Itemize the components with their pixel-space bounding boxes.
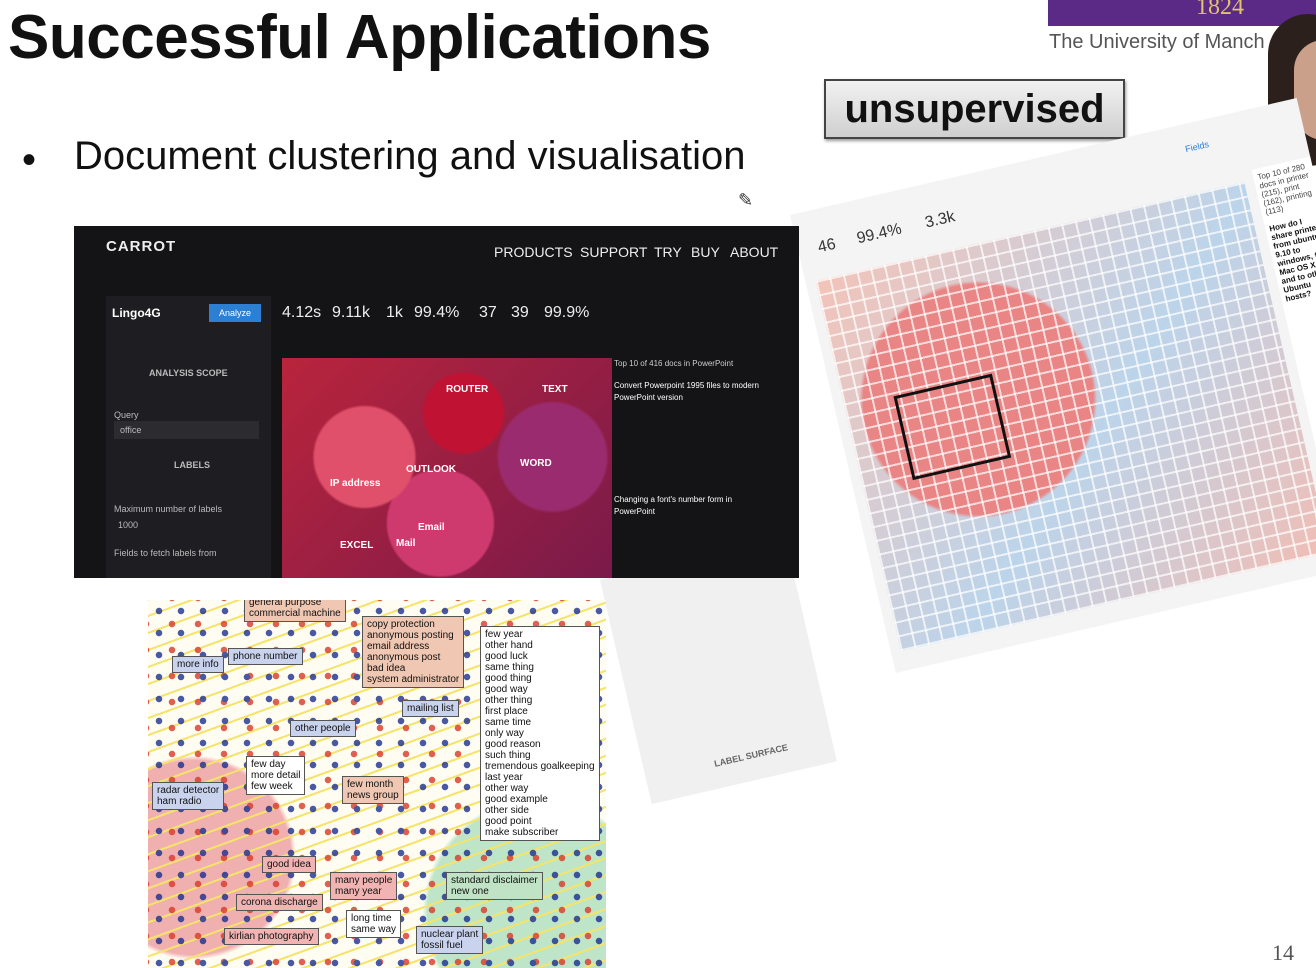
metric-covered: 99.9% — [544, 304, 590, 321]
metric-topics: 39 — [511, 304, 529, 321]
slide-title: Successful Applications — [8, 3, 711, 72]
cluster-outlook[interactable]: OUTLOOK — [406, 464, 456, 475]
map-label: few day more detail few week — [246, 756, 306, 795]
nav-about[interactable]: ABOUT — [730, 244, 778, 260]
carrot-logo: CARROT — [106, 238, 177, 255]
lingo4g-label: Lingo4G — [112, 306, 161, 320]
cluster-word[interactable]: WORD — [520, 458, 552, 469]
map-label: good idea — [262, 856, 316, 873]
map-label: many people many year — [330, 872, 398, 900]
carrot-result-2[interactable]: Changing a font's number form in PowerPo… — [614, 494, 774, 518]
unsupervised-badge: unsupervised — [824, 79, 1125, 139]
map-label: phone number — [228, 648, 303, 665]
carrot-result-1[interactable]: Convert Powerpoint 1995 files to modern … — [614, 380, 774, 404]
university-name: The University of Manch — [1049, 31, 1265, 53]
cluster-grid — [815, 181, 1316, 652]
cluster-email[interactable]: Email — [418, 522, 445, 533]
page-number: 14 — [1272, 940, 1294, 965]
map-label: other people — [290, 720, 356, 737]
stat-clustered: 99.4% — [855, 220, 904, 248]
fields-link[interactable]: Fields — [1184, 139, 1210, 154]
university-banner — [1048, 0, 1316, 26]
metric-labeled: 99.4% — [414, 304, 460, 321]
stat-docs: 3.3k — [923, 208, 957, 232]
treemap-screenshot: 46 99.4% 3.3k Fields Top 10 of 280 docs … — [790, 98, 1316, 673]
nav-support[interactable]: SUPPORT — [580, 244, 647, 260]
nav-try[interactable]: TRY — [654, 244, 682, 260]
cluster-router[interactable]: ROUTER — [446, 384, 488, 395]
carrot-results-pane: Top 10 of 416 docs in PowerPoint Convert… — [614, 358, 774, 578]
query-label: Query — [114, 410, 139, 420]
result-question[interactable]: How do I share printer from ubuntu 9.10 … — [1264, 208, 1316, 308]
bullet-text: Document clustering and visualisation — [74, 134, 746, 178]
cluster-mail[interactable]: Mail — [396, 538, 415, 549]
cluster-ip-address[interactable]: IP address — [330, 478, 380, 489]
analyze-button[interactable]: Analyze — [209, 304, 261, 322]
university-year: 1824 — [1196, 0, 1244, 20]
map-label: more info — [172, 656, 224, 673]
map-label: long time same way — [346, 910, 402, 938]
map-label: few year other hand good luck same thing… — [480, 626, 600, 841]
labels-heading: LABELS — [174, 460, 210, 470]
nav-buy[interactable]: BUY — [691, 244, 720, 260]
nav-products[interactable]: PRODUCTS — [494, 244, 573, 260]
metric-time: 4.12s — [282, 304, 322, 321]
max-labels-label: Maximum number of labels — [114, 504, 223, 514]
map-label: general purpose commercial machine — [244, 600, 346, 622]
map-label: corona discharge — [236, 894, 323, 911]
stat-clusters: 46 — [816, 235, 838, 257]
map-label: mailing list — [402, 700, 459, 717]
label-surface-heading: LABEL SURFACE — [713, 742, 789, 769]
map-label: kirlian photography — [224, 928, 319, 945]
word-map-visualization: general purpose commercial machine copy … — [148, 600, 606, 968]
map-label: copy protection anonymous posting email … — [362, 616, 465, 688]
carrot-search-screenshot: CARROT PRODUCTS SUPPORT TRY BUY ABOUT Li… — [74, 226, 799, 578]
carrot-results-heading: Top 10 of 416 docs in PowerPoint — [614, 359, 734, 368]
map-label: few month news group — [342, 776, 404, 804]
pen-cursor-icon: ✎ — [738, 190, 754, 210]
query-input[interactable]: office — [114, 421, 259, 439]
metric-docs: 9.11k — [332, 304, 370, 321]
fields-label: Fields to fetch labels from — [114, 548, 217, 558]
bullet-marker: • — [22, 138, 37, 182]
analysis-scope-heading: ANALYSIS SCOPE — [149, 368, 228, 378]
map-label: nuclear plant fossil fuel — [416, 926, 484, 954]
map-label: radar detector ham radio — [152, 782, 225, 810]
metric-themes: 37 — [479, 304, 497, 321]
max-labels-input[interactable]: 1000 — [118, 520, 138, 530]
map-label: standard disclaimer new one — [446, 872, 543, 900]
metric-labels: 1k — [386, 304, 403, 321]
cluster-text[interactable]: TEXT — [542, 384, 568, 395]
cluster-excel[interactable]: EXCEL — [340, 540, 373, 551]
